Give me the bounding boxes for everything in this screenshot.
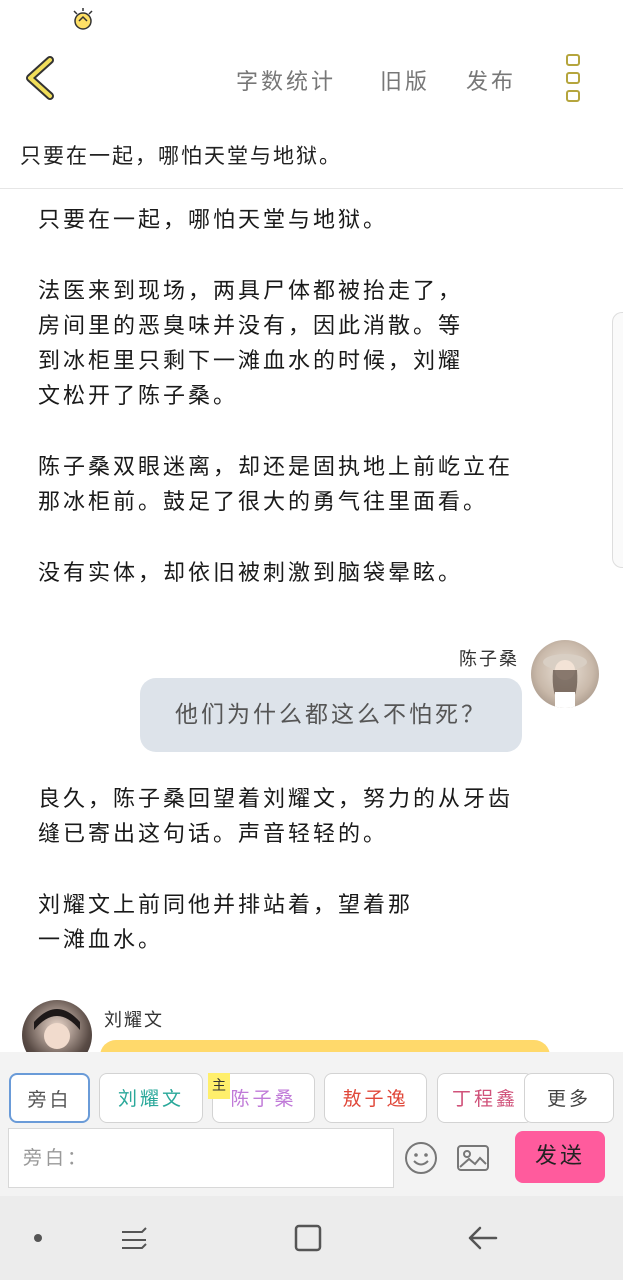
nav-dot-icon[interactable] xyxy=(18,1218,58,1258)
story-content-continued: 良久，陈子桑回望着刘耀文，努力的从牙齿 缝已寄出这句话。声音轻轻的。 刘耀文上前… xyxy=(38,770,598,958)
home-icon[interactable] xyxy=(288,1218,328,1258)
avatar-portrait-icon xyxy=(543,654,587,708)
publish-button[interactable]: 发布 xyxy=(466,64,516,96)
status-bar xyxy=(0,0,623,40)
story-title[interactable]: 只要在一起，哪怕天堂与地狱。 xyxy=(20,140,342,170)
role-chip-role3[interactable]: 敖子逸 xyxy=(324,1073,427,1123)
more-roles-label: 更多 xyxy=(546,1088,591,1110)
paragraph: 良久，陈子桑回望着刘耀文，努力的从牙齿 缝已寄出这句话。声音轻轻的。 xyxy=(38,787,514,847)
paragraph: 刘耀文上前同他并排站着，望着那 一滩血水。 xyxy=(38,893,414,953)
back-chevron-icon[interactable] xyxy=(22,56,62,100)
paragraph: 只要在一起，哪怕天堂与地狱。 xyxy=(38,208,389,233)
role-chip-label: 丁程鑫 xyxy=(451,1088,518,1110)
top-toolbar: 字数统计 旧版 发布 xyxy=(0,40,623,120)
more-roles-button[interactable]: 更多 xyxy=(524,1073,614,1123)
main-role-badge: 主 xyxy=(208,1073,230,1099)
send-button[interactable]: 发送 xyxy=(515,1131,605,1183)
emoji-icon[interactable] xyxy=(403,1140,439,1176)
title-divider xyxy=(0,188,623,189)
word-count-button[interactable]: 字数统计 xyxy=(236,64,336,96)
dialogue-bubble[interactable]: 他们为什么都这么不怕死？ xyxy=(140,678,522,752)
image-icon[interactable] xyxy=(455,1140,491,1176)
role-chip-role4[interactable]: 丁程鑫 xyxy=(437,1073,533,1123)
system-nav-bar xyxy=(0,1196,623,1280)
role-chip-label: 陈子桑 xyxy=(230,1088,297,1110)
speaker-name: 刘耀文 xyxy=(104,1010,164,1031)
lightbulb-notification-icon xyxy=(73,8,93,30)
scroll-handle[interactable] xyxy=(612,312,623,568)
role-chip-role1[interactable]: 刘耀文 xyxy=(99,1073,203,1123)
paragraph: 没有实体，却依旧被刺激到脑袋晕眩。 xyxy=(38,561,464,586)
recent-apps-icon[interactable] xyxy=(114,1218,154,1258)
message-input-box[interactable] xyxy=(8,1128,394,1188)
back-arrow-icon[interactable] xyxy=(462,1218,502,1258)
paragraph: 陈子桑双眼迷离，却还是固执地上前屹立在 那冰柜前。鼓足了很大的勇气往里面看。 xyxy=(38,455,514,515)
role-chip-label: 刘耀文 xyxy=(117,1088,184,1110)
role-chip-label: 敖子逸 xyxy=(342,1088,409,1110)
role-chip-narration[interactable]: 旁白 xyxy=(9,1073,90,1123)
message-input[interactable] xyxy=(9,1129,393,1187)
old-version-button[interactable]: 旧版 xyxy=(380,64,430,96)
more-menu-icon[interactable] xyxy=(563,54,583,104)
avatar[interactable] xyxy=(531,640,599,708)
role-chip-label: 旁白 xyxy=(27,1089,72,1111)
paragraph: 法医来到现场，两具尸体都被抬走了， 房间里的恶臭味并没有，因此消散。等 到冰柜里… xyxy=(38,279,464,409)
story-content: 只要在一起，哪怕天堂与地狱。 法医来到现场，两具尸体都被抬走了， 房间里的恶臭味… xyxy=(38,195,598,591)
speaker-name: 陈子桑 xyxy=(459,649,519,670)
